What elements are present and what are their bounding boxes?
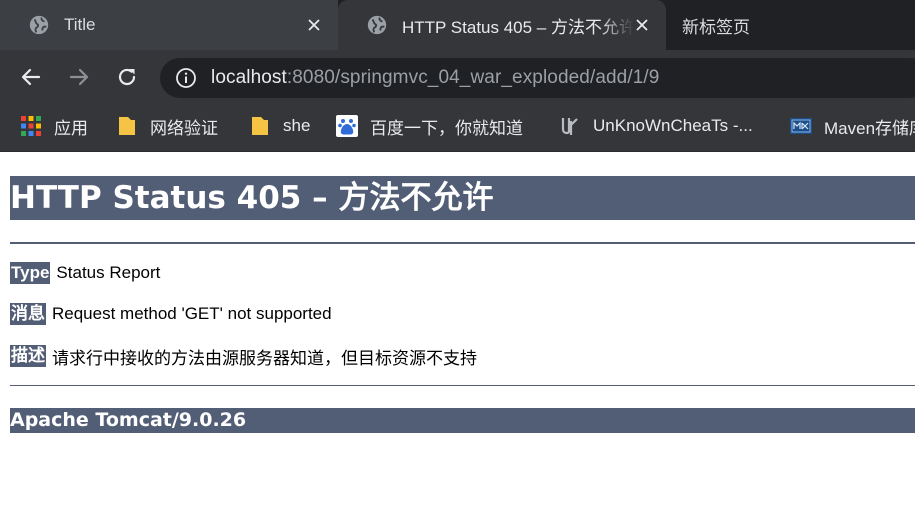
description-row: 描述 请求行中接收的方法由源服务器知道，但目标资源不支持 — [10, 345, 477, 368]
unknowncheats-icon — [561, 118, 578, 135]
divider — [10, 242, 915, 244]
address-bar[interactable]: localhost:8080/springmvc_04_war_exploded… — [160, 58, 915, 98]
url-text[interactable]: localhost:8080/springmvc_04_war_exploded… — [211, 67, 659, 89]
maven-icon — [790, 118, 812, 134]
folder-icon — [119, 117, 135, 135]
bookmark-unknowncheats[interactable]: UnKnoWnCheaTs -... — [559, 104, 753, 148]
close-tab-icon[interactable] — [304, 15, 324, 35]
arrow-left-icon — [21, 68, 41, 86]
arrow-right-icon — [69, 68, 89, 86]
apps-grid-icon — [21, 116, 41, 136]
description-label: 描述 — [10, 345, 46, 367]
message-row: 消息 Request method 'GET' not supported — [10, 303, 332, 325]
bookmark-apps[interactable]: 应用 — [20, 104, 88, 148]
divider — [10, 385, 915, 386]
bookmarks-bar: 应用 网络验证 she 百度一下，你就知道 UnKnoWnCheaTs -... — [0, 104, 915, 152]
type-label: Type — [10, 262, 51, 284]
tab-label: 新标签页 — [682, 17, 750, 37]
globe-icon — [367, 15, 387, 35]
bookmark-label: UnKnoWnCheaTs -... — [593, 116, 753, 135]
bookmark-folder-she[interactable]: she — [249, 104, 310, 148]
info-icon[interactable] — [175, 67, 197, 89]
baidu-icon — [336, 115, 358, 137]
bookmark-label: 百度一下，你就知道 — [370, 118, 523, 138]
bookmark-label: she — [283, 116, 311, 135]
close-tab-icon[interactable] — [632, 15, 652, 35]
tab-label: Title — [64, 15, 96, 34]
url-host: localhost — [211, 67, 287, 88]
url-path: :8080/springmvc_04_war_exploded/add/1/9 — [286, 67, 660, 88]
tab-title[interactable]: Title — [0, 0, 338, 50]
page-content: HTTP Status 405 – 方法不允许 Type Status Repo… — [0, 152, 915, 530]
bookmark-folder-network-verify[interactable]: 网络验证 — [116, 104, 218, 148]
type-value: Status Report — [56, 263, 161, 282]
forward-button[interactable] — [65, 63, 93, 91]
folder-icon — [252, 117, 268, 135]
back-button[interactable] — [17, 63, 45, 91]
message-value: Request method 'GET' not supported — [52, 304, 332, 323]
bookmark-label: Maven存储库 — [824, 118, 915, 138]
bookmark-baidu[interactable]: 百度一下，你就知道 — [336, 104, 523, 148]
bookmark-maven-repository[interactable]: Maven存储库 — [790, 104, 915, 148]
server-footer: Apache Tomcat/9.0.26 — [10, 408, 915, 433]
reload-button[interactable] — [113, 63, 141, 91]
tab-new-tab[interactable]: 新标签页 — [666, 0, 915, 50]
tab-http-status-405[interactable]: HTTP Status 405 – 方法不允许 — [338, 0, 666, 50]
page-title: HTTP Status 405 – 方法不允许 — [10, 176, 915, 220]
description-value: 请求行中接收的方法由源服务器知道，但目标资源不支持 — [52, 348, 477, 368]
globe-icon — [29, 15, 49, 35]
tab-label: HTTP Status 405 – 方法不允许 — [402, 17, 634, 37]
tab-strip: Title HTTP Status 405 – 方法不允许 新标签页 — [0, 0, 915, 50]
bookmark-label: 应用 — [54, 118, 88, 138]
reload-icon — [118, 68, 136, 86]
bookmark-label: 网络验证 — [150, 118, 218, 138]
type-row: Type Status Report — [10, 262, 160, 284]
message-label: 消息 — [10, 303, 46, 325]
navigation-toolbar: localhost:8080/springmvc_04_war_exploded… — [0, 50, 915, 104]
